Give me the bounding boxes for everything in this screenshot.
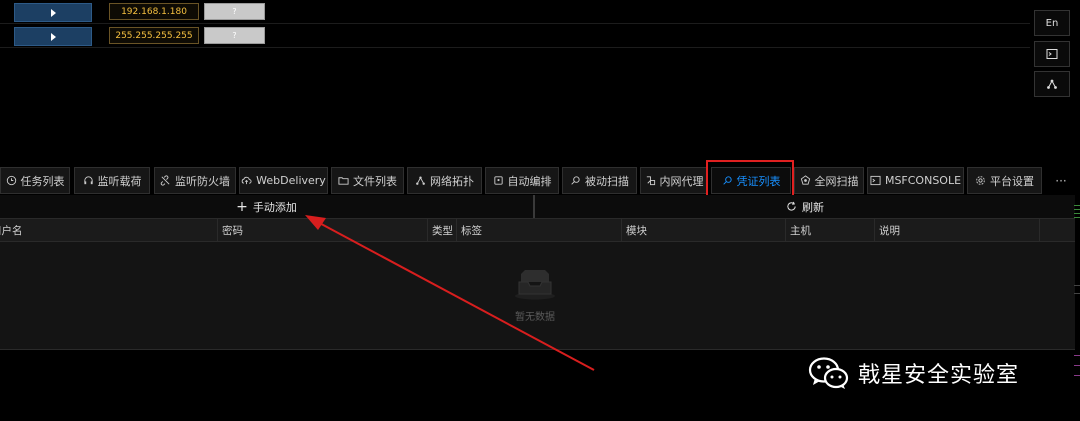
row-divider <box>0 47 1030 48</box>
gear-icon <box>976 176 985 185</box>
tab-label: 监听载荷 <box>97 174 142 188</box>
run-button[interactable] <box>14 27 92 46</box>
tab-auto-orchestration[interactable]: 自动编排 <box>485 167 559 194</box>
refresh-label: 刷新 <box>802 200 824 214</box>
ip-address-field[interactable]: 192.168.1.180 <box>109 3 199 20</box>
tab-label: MSFCONSOLE <box>884 174 962 187</box>
terminal-icon <box>870 175 881 186</box>
scrollbar-marks <box>1074 195 1080 421</box>
language-button[interactable]: En <box>1034 10 1070 36</box>
action-bar: + 手动添加 刷新 <box>0 195 1075 219</box>
tab-intranet-proxy[interactable]: 内网代理 <box>640 167 708 194</box>
proxy-icon <box>646 176 655 186</box>
tab-file-list[interactable]: 文件列表 <box>331 167 404 194</box>
link-off-icon <box>160 175 170 186</box>
column-header-username[interactable]: 用户名 <box>0 219 218 241</box>
tab-label: 网络拓扑 <box>430 174 474 188</box>
tab-label: 平台设置 <box>990 174 1034 188</box>
play-icon <box>50 8 56 17</box>
column-header-type[interactable]: 类型 <box>428 219 457 241</box>
empty-state: 暂无数据 <box>500 268 570 328</box>
table-header: 用户名 密码 类型 标签 模块 主机 说明 <box>0 219 1075 242</box>
play-icon <box>50 32 56 41</box>
terminal-icon <box>1046 49 1058 59</box>
annotation-highlight-box <box>706 160 794 200</box>
folder-icon <box>338 177 349 185</box>
robot-icon <box>493 176 503 185</box>
tab-bar: 任务列表 监听载荷 监听防火墙 WebDelivery 文件列表 网络拓扑 自动… <box>0 167 1080 194</box>
tab-webdelivery[interactable]: WebDelivery <box>239 167 328 194</box>
column-header-description[interactable]: 说明 <box>875 219 1040 241</box>
tab-passive-scan[interactable]: 被动扫描 <box>562 167 637 194</box>
tab-label: 全网扫描 <box>814 174 859 188</box>
column-header-host[interactable]: 主机 <box>786 219 875 241</box>
tab-label: 文件列表 <box>353 174 397 188</box>
topology-button[interactable] <box>1034 71 1070 97</box>
column-header-tag[interactable]: 标签 <box>457 219 622 241</box>
manual-add-label: 手动添加 <box>252 200 297 214</box>
manual-add-button[interactable]: + 手动添加 <box>0 195 533 218</box>
tab-label: 监听防火墙 <box>175 174 230 188</box>
topology-icon <box>416 176 425 185</box>
cloud-upload-icon <box>241 176 252 185</box>
tab-listener-payload[interactable]: 监听载荷 <box>74 167 150 194</box>
terminal-button[interactable] <box>1034 41 1070 67</box>
tab-label: 任务列表 <box>20 174 65 188</box>
watermark: 戟星安全实验室 <box>808 356 1019 390</box>
column-header-module[interactable]: 模块 <box>622 219 786 241</box>
tab-label: WebDelivery <box>256 174 326 187</box>
tab-msfconsole[interactable]: MSFCONSOLE <box>867 167 964 194</box>
search-icon <box>571 176 580 185</box>
table-body: 暂无数据 <box>0 242 1075 350</box>
clock-icon <box>6 175 16 186</box>
global-icon <box>800 175 810 185</box>
tab-tasks[interactable]: 任务列表 <box>0 167 70 194</box>
unknown-field[interactable]: ? <box>204 3 265 20</box>
empty-inbox-icon <box>515 270 555 300</box>
column-header-password[interactable]: 密码 <box>218 219 428 241</box>
tab-label: 内网代理 <box>659 174 704 188</box>
empty-text: 暂无数据 <box>515 312 555 323</box>
refresh-button[interactable]: 刷新 <box>535 195 1075 218</box>
more-tabs-button[interactable]: ··· <box>1048 167 1074 194</box>
wechat-icon <box>808 357 849 389</box>
tab-listener-firewall[interactable]: 监听防火墙 <box>154 167 236 194</box>
unknown-field[interactable]: ? <box>204 27 265 44</box>
plus-icon: + <box>236 198 248 215</box>
tab-label: 被动扫描 <box>585 174 629 188</box>
row-divider <box>0 23 1030 24</box>
run-button[interactable] <box>14 3 92 22</box>
headphones-icon <box>83 176 93 185</box>
refresh-icon <box>787 201 796 211</box>
language-label: En <box>1045 17 1059 29</box>
ip-address-field[interactable]: 255.255.255.255 <box>109 27 199 44</box>
topology-icon <box>1047 79 1057 89</box>
tab-network-topology[interactable]: 网络拓扑 <box>407 167 482 194</box>
tab-global-scan[interactable]: 全网扫描 <box>794 167 864 194</box>
tab-platform-settings[interactable]: 平台设置 <box>967 167 1042 194</box>
watermark-text: 戟星安全实验室 <box>858 363 1020 388</box>
tab-label: 自动编排 <box>507 174 552 188</box>
